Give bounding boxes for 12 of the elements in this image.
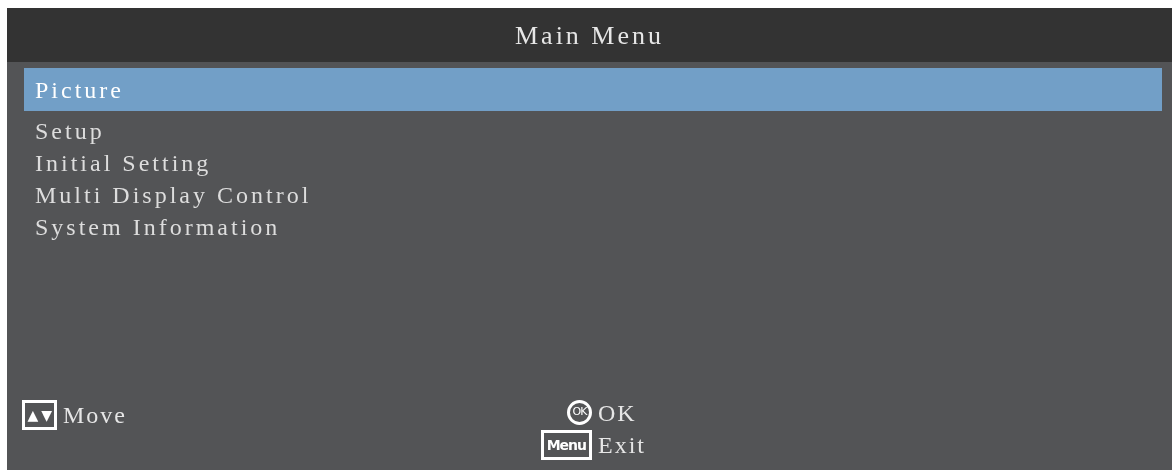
ok-key-icon: OK (567, 400, 592, 425)
menu-item[interactable]: Setup (24, 115, 1162, 147)
menu-item[interactable]: Multi Display Control (24, 179, 1162, 211)
hint-label: OK (598, 400, 637, 425)
key-label: Menu (540, 430, 592, 460)
hint-label: Move (63, 403, 127, 427)
menu-item[interactable]: Initial Setting (24, 147, 1162, 179)
key-label: ▲ ▼ (21, 400, 57, 430)
menu-item[interactable]: Picture (24, 68, 1162, 111)
menu-item[interactable]: System Information (24, 211, 1162, 243)
hint-label: Exit (598, 433, 646, 457)
title-bar: Main Menu (7, 8, 1172, 62)
